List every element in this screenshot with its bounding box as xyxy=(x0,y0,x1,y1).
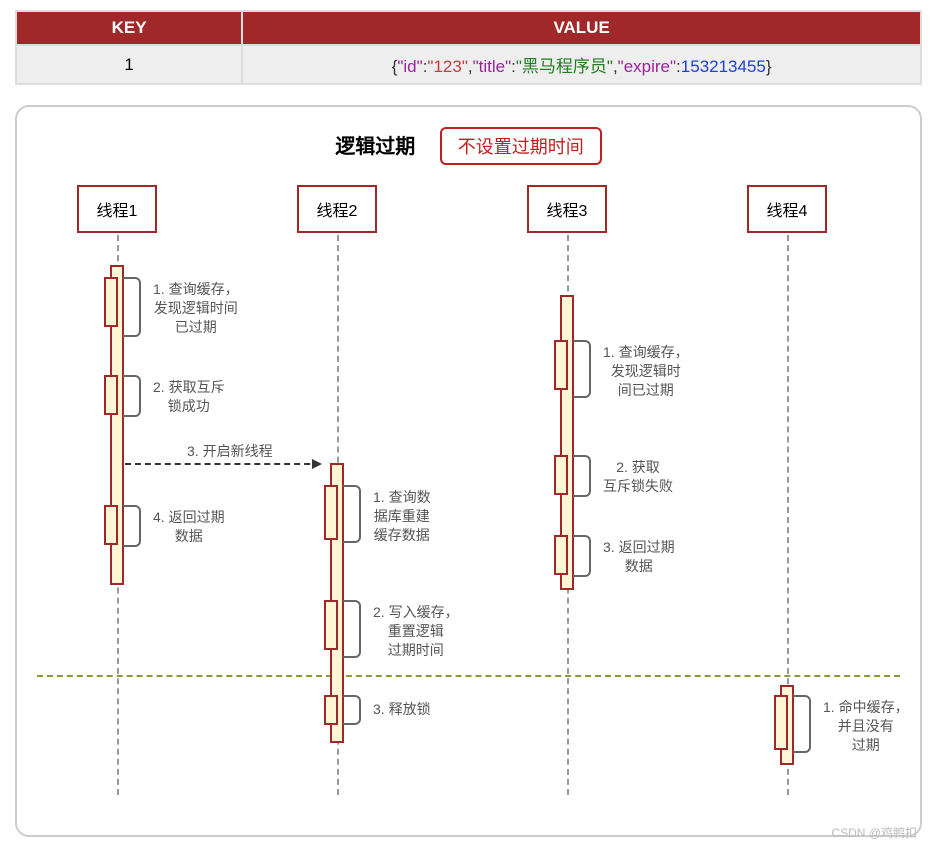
sub-act-t1-1 xyxy=(104,277,118,327)
sub-act-t3-1 xyxy=(554,340,568,390)
watermark: CSDN @鸡鸭扣 xyxy=(831,824,917,841)
lane-box-t4: 线程4 xyxy=(747,185,828,233)
json-close: } xyxy=(766,57,772,76)
diagram-title: 逻辑过期 xyxy=(335,130,415,159)
sub-act-t1-2 xyxy=(104,375,118,415)
cell-value: {"id":"123","title":"黑马程序员","expire":153… xyxy=(242,45,921,84)
sub-act-t4-1 xyxy=(774,695,788,750)
arrow-t1-t2 xyxy=(125,463,320,465)
lane-box-t2: 线程2 xyxy=(297,185,378,233)
step-t1-3: 3. 开启新线程 xyxy=(187,441,273,461)
json-val-id: "123" xyxy=(427,57,467,76)
lane-box-t3: 线程3 xyxy=(527,185,608,233)
sub-act-t3-3 xyxy=(554,535,568,575)
sub-act-t2-2 xyxy=(324,600,338,650)
lane-thread1: 线程1 1. 查询缓存，发现逻辑时间已过期 2. 获取互斥锁成功 4. 返回过期… xyxy=(57,185,177,233)
lane-box-t1: 线程1 xyxy=(77,185,158,233)
json-key-id: "id" xyxy=(397,57,422,76)
sequence-diagram: 逻辑过期 不设置过期时间 线程1 1. 查询缓存，发现逻辑时间已过期 2. 获取… xyxy=(15,105,922,837)
json-val-title: "黑马程序员" xyxy=(516,57,613,76)
header-key: KEY xyxy=(16,11,242,45)
diagram-badge: 不设置过期时间 xyxy=(440,127,602,165)
header-value: VALUE xyxy=(242,11,921,45)
sub-act-t1-4 xyxy=(104,505,118,545)
json-key-title: "title" xyxy=(473,57,512,76)
sub-act-t2-1 xyxy=(324,485,338,540)
lane-thread4: 线程4 1. 命中缓存，并且没有过期 xyxy=(727,185,847,233)
kv-table: KEY VALUE 1 {"id":"123","title":"黑马程序员",… xyxy=(15,10,922,85)
json-key-expire: "expire" xyxy=(618,57,676,76)
cell-key: 1 xyxy=(16,45,242,84)
divider-line xyxy=(37,675,900,677)
json-val-expire: 153213455 xyxy=(681,57,766,76)
lane-thread2: 线程2 1. 查询数据库重建缓存数据 2. 写入缓存，重置逻辑过期时间 3. 释… xyxy=(277,185,397,233)
lane-thread3: 线程3 1. 查询缓存，发现逻辑时间已过期 2. 获取互斥锁失败 3. 返回过期… xyxy=(507,185,627,233)
sub-act-t2-3 xyxy=(324,695,338,725)
sub-act-t3-2 xyxy=(554,455,568,495)
